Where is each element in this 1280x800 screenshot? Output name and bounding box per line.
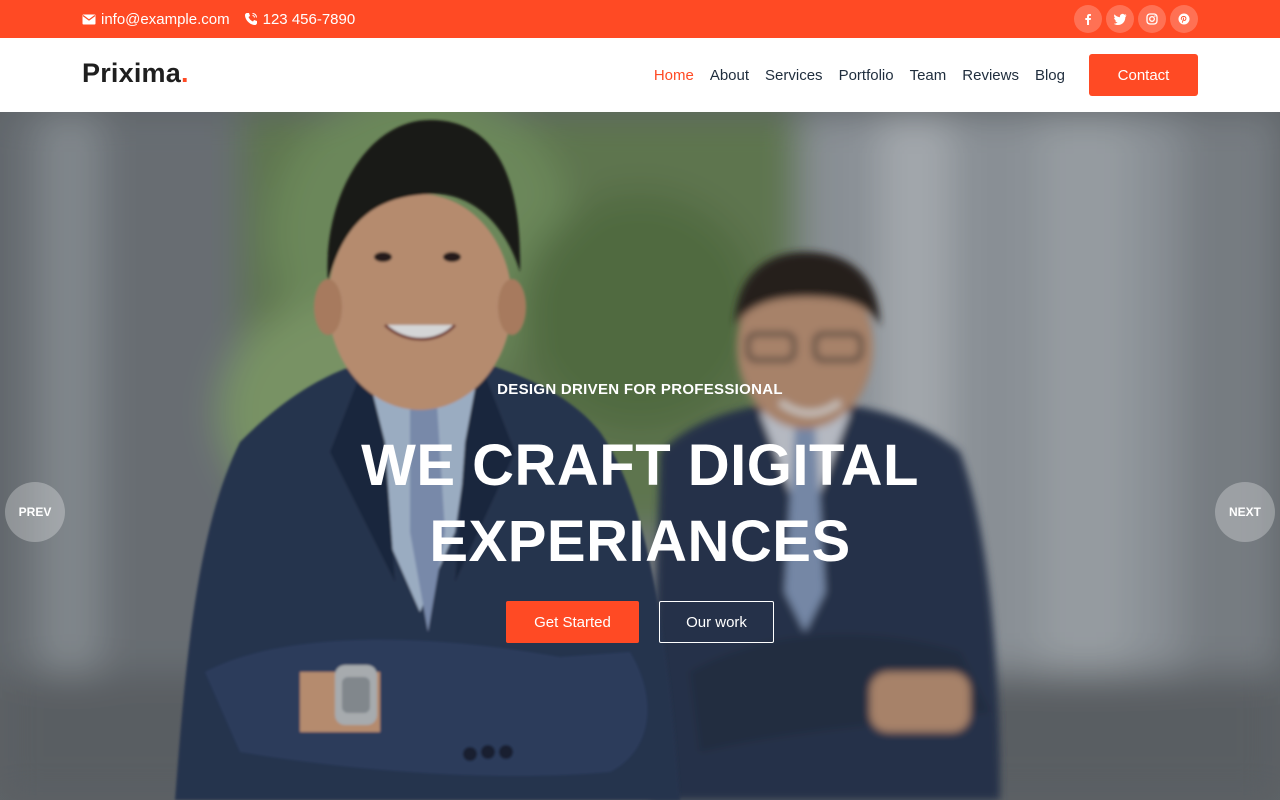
our-work-button[interactable]: Our work (659, 601, 774, 643)
site-logo[interactable]: Prixima. (82, 58, 189, 89)
top-bar: info@example.com 123 456-7890 (0, 0, 1280, 38)
next-slide-button[interactable]: NEXT (1215, 482, 1275, 542)
logo-text: Prixima (82, 58, 181, 88)
phone-icon (244, 12, 258, 26)
contact-button[interactable]: Contact (1089, 54, 1198, 96)
envelope-icon (82, 14, 96, 25)
nav-reviews[interactable]: Reviews (962, 67, 1019, 84)
instagram-icon[interactable] (1138, 5, 1166, 33)
twitter-icon[interactable] (1106, 5, 1134, 33)
hero-kicker: DESIGN DRIVEN FOR PROFESSIONAL (497, 381, 783, 398)
prev-slide-button[interactable]: PREV (5, 482, 65, 542)
contact-info: info@example.com 123 456-7890 (82, 0, 355, 38)
hero-headline-line1: WE CRAFT DIGITAL (361, 433, 919, 498)
hero-headline-line2: EXPERIANCES (429, 509, 851, 574)
nav-team[interactable]: Team (910, 67, 947, 84)
logo-dot: . (180, 58, 189, 88)
site-header: Prixima. Home About Services Portfolio T… (0, 38, 1280, 112)
pinterest-icon[interactable] (1170, 5, 1198, 33)
nav-services[interactable]: Services (765, 67, 823, 84)
nav-blog[interactable]: Blog (1035, 67, 1065, 84)
hero-slider: DESIGN DRIVEN FOR PROFESSIONAL WE CRAFT … (0, 112, 1280, 800)
phone-link[interactable]: 123 456-7890 (244, 10, 356, 28)
nav-about[interactable]: About (710, 67, 749, 84)
email-text: info@example.com (101, 10, 230, 28)
facebook-icon[interactable] (1074, 5, 1102, 33)
social-links (1074, 5, 1198, 33)
phone-text: 123 456-7890 (262, 10, 356, 28)
main-nav: Home About Services Portfolio Team Revie… (654, 38, 1065, 112)
email-link[interactable]: info@example.com (82, 11, 230, 28)
hero-actions: Get Started Our work (0, 601, 1280, 643)
hero-headline: WE CRAFT DIGITAL EXPERIANCES (0, 428, 1280, 580)
nav-portfolio[interactable]: Portfolio (839, 67, 894, 84)
get-started-button[interactable]: Get Started (506, 601, 639, 643)
nav-home[interactable]: Home (654, 67, 694, 84)
